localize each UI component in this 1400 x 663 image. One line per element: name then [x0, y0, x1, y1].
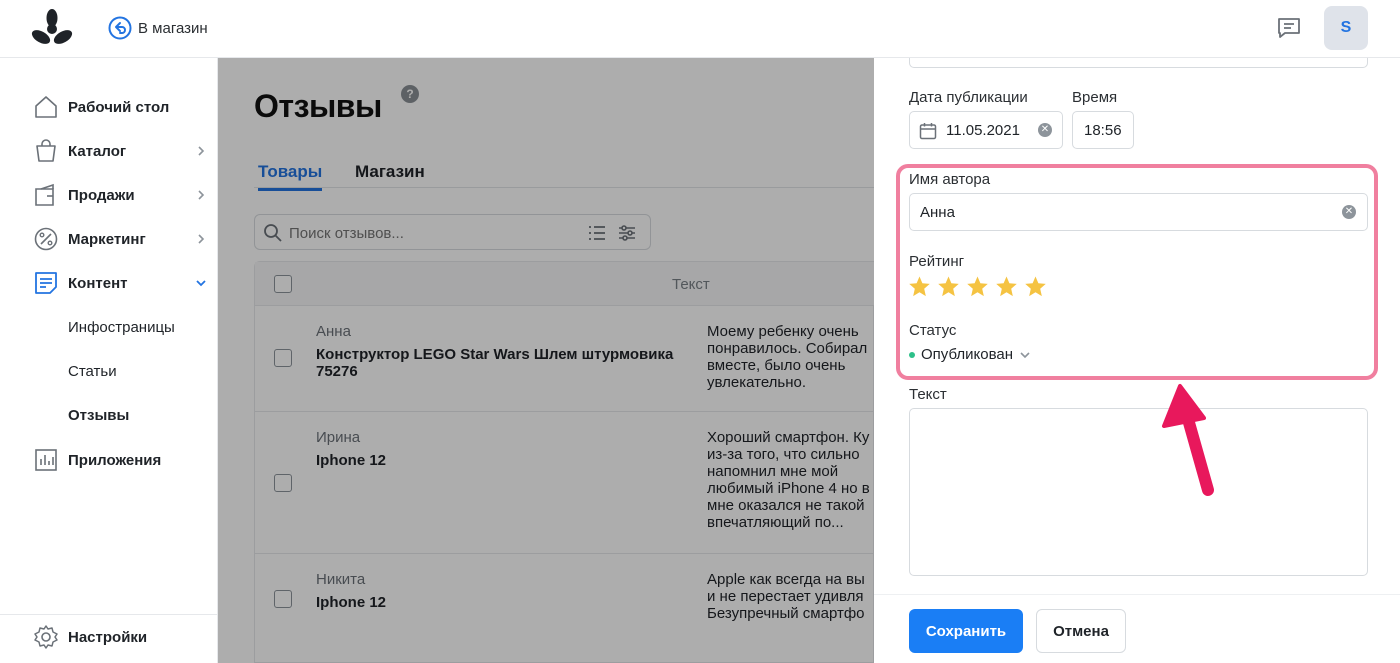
status-label: Статус — [909, 322, 957, 339]
percent-icon — [34, 227, 58, 251]
chevron-down-icon — [196, 280, 206, 287]
date-label: Дата публикации — [909, 89, 1028, 106]
chevron-down-icon — [1020, 351, 1030, 358]
sidebar-item-label: Настройки — [68, 628, 148, 646]
sidebar-item-label: Маркетинг — [68, 230, 146, 248]
author-name-field[interactable]: Анна ✕ — [909, 193, 1368, 231]
back-arrow-icon — [108, 16, 132, 40]
gear-icon — [34, 625, 58, 649]
back-to-store-label: В магазин — [138, 19, 208, 37]
logo-icon[interactable] — [30, 9, 74, 47]
sidebar-item-label: Рабочий стол — [68, 98, 170, 116]
panel-footer: Сохранить Отмена — [874, 594, 1400, 663]
sidebar-item-label: Приложения — [68, 451, 162, 469]
sidebar-item-sales[interactable]: Продажи — [0, 175, 218, 215]
text-label: Текст — [909, 386, 947, 403]
star-icon[interactable] — [995, 275, 1018, 298]
annotation-arrow-icon — [1162, 384, 1214, 496]
status-value: Опубликован — [921, 346, 1014, 363]
top-bar: В магазин S — [0, 0, 1400, 58]
sidebar-item-label: Продажи — [68, 186, 135, 204]
bag-icon — [36, 139, 56, 162]
chevron-right-icon — [198, 190, 205, 200]
date-value: 11.05.2021 — [946, 122, 1020, 139]
content-icon — [35, 272, 57, 294]
user-avatar[interactable]: S — [1324, 6, 1368, 50]
home-icon — [35, 96, 57, 118]
sidebar-item-label: Контент — [68, 274, 128, 292]
sidebar-subitem-reviews[interactable]: Отзывы — [68, 407, 129, 424]
rating-label: Рейтинг — [909, 253, 965, 270]
sidebar-subitem-articles[interactable]: Статьи — [68, 363, 117, 380]
apps-icon — [35, 449, 57, 471]
clear-author-icon[interactable]: ✕ — [1342, 205, 1356, 219]
clear-date-icon[interactable]: ✕ — [1038, 123, 1052, 137]
chat-icon[interactable] — [1276, 15, 1302, 41]
author-name-label: Имя автора — [909, 171, 991, 188]
sidebar-item-settings[interactable]: Настройки — [0, 617, 218, 657]
sidebar-item-dashboard[interactable]: Рабочий стол — [0, 87, 218, 127]
author-name-value: Анна — [920, 204, 955, 221]
sidebar-item-content[interactable]: Контент — [0, 263, 218, 303]
star-icon[interactable] — [908, 275, 931, 298]
sidebar-subitem-infopages[interactable]: Инфостраницы — [68, 319, 175, 336]
sidebar-footer: Настройки — [0, 614, 218, 663]
sales-icon — [35, 183, 54, 206]
status-dot — [909, 351, 915, 358]
cancel-button[interactable]: Отмена — [1036, 609, 1126, 653]
sidebar-item-label: Каталог — [68, 142, 127, 160]
star-icon[interactable] — [966, 275, 989, 298]
sidebar-item-marketing[interactable]: Маркетинг — [0, 219, 218, 259]
status-dropdown[interactable]: Опубликован — [909, 346, 1031, 363]
back-to-store-link[interactable]: В магазин — [108, 16, 208, 40]
star-icon[interactable] — [937, 275, 960, 298]
time-label: Время — [1072, 89, 1118, 106]
sidebar-item-catalog[interactable]: Каталог — [0, 131, 218, 171]
sidebar-item-apps[interactable]: Приложения — [0, 440, 218, 480]
edit-review-panel: Дата публикации Время 11.05.2021 ✕ 18:56… — [874, 52, 1400, 663]
modal-backdrop[interactable] — [218, 58, 874, 663]
chevron-right-icon — [198, 146, 205, 156]
save-button[interactable]: Сохранить — [909, 609, 1023, 653]
calendar-icon — [919, 123, 937, 140]
sidebar: Рабочий стол Каталог Продажи Маркетинг К… — [0, 58, 218, 663]
time-field[interactable]: 18:56 — [1072, 111, 1134, 149]
chevron-right-icon — [198, 234, 205, 244]
rating-stars — [908, 275, 1047, 298]
date-field[interactable]: 11.05.2021 ✕ — [909, 111, 1063, 149]
star-icon[interactable] — [1024, 275, 1047, 298]
review-text-area[interactable] — [909, 408, 1368, 576]
